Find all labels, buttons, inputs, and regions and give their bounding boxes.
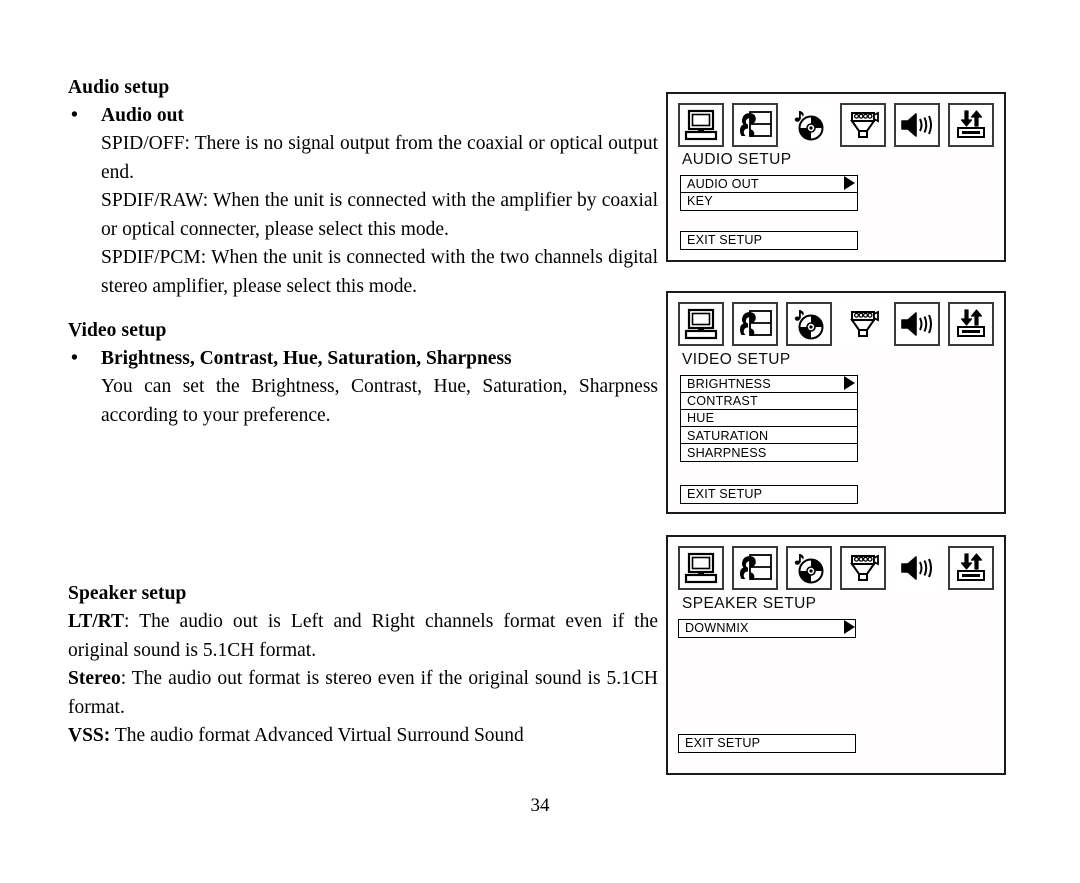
term-stereo-sep: : — [120, 668, 132, 689]
osd-menu-item[interactable]: BRIGHTNESS — [680, 375, 858, 394]
speaker-cabinet-icon[interactable] — [840, 302, 886, 346]
osd-exit-setup-button[interactable]: EXIT SETUP — [678, 734, 856, 753]
tv-monitor-icon[interactable] — [678, 546, 724, 590]
bullet-audio-out: • Audio out — [68, 102, 658, 130]
osd-menu-item[interactable]: SHARPNESS — [680, 443, 858, 462]
paragraph-ltrt: LT/RT: The audio out is Left and Right c… — [68, 608, 658, 665]
tray-up-down-arrows-icon[interactable] — [948, 546, 994, 590]
paragraph-spdif-pcm: SPDIF/PCM: When the unit is connected wi… — [101, 247, 658, 297]
selection-pointer-icon — [844, 620, 855, 634]
selection-pointer-icon — [844, 176, 855, 190]
speaker-cabinet-icon[interactable] — [840, 546, 886, 590]
section-heading-audio: Audio setup — [68, 77, 170, 98]
term-ltrt-text: The audio out is Left and Right channels… — [68, 611, 658, 661]
osd-menu-item-label: DOWNMIX — [685, 621, 749, 636]
osd-menu-item[interactable]: KEY — [680, 192, 858, 211]
tray-up-down-arrows-icon[interactable] — [948, 302, 994, 346]
osd-icon-bar — [678, 103, 1002, 147]
person-screen-preferences-icon[interactable] — [732, 103, 778, 147]
section-video-setup: Video setup • Brightness, Contrast, Hue,… — [68, 317, 658, 430]
term-stereo-text: The audio out format is stereo even if t… — [68, 668, 658, 718]
paragraph-spid-off: SPID/OFF: There is no signal output from… — [101, 133, 658, 183]
speaker-waves-icon[interactable] — [894, 302, 940, 346]
body-text-column: Audio setup • Audio out SPID/OFF: There … — [68, 74, 658, 751]
page-number: 34 — [530, 795, 550, 816]
term-ltrt-sep: : — [124, 611, 140, 632]
osd-heading-video: VIDEO SETUP — [682, 351, 791, 368]
term-ltrt: LT/RT — [68, 611, 125, 632]
osd-menu-item-label: CONTRAST — [687, 394, 758, 409]
section-speaker-setup: Speaker setup LT/RT: The audio out is Le… — [68, 580, 658, 751]
osd-menu-item-label: SATURATION — [687, 428, 769, 443]
term-stereo: Stereo — [68, 668, 121, 689]
speaker-cabinet-icon[interactable] — [840, 103, 886, 147]
paragraph-vss: VSS: The audio format Advanced Virtual S… — [68, 722, 658, 751]
term-vss-text: The audio format Advanced Virtual Surrou… — [114, 725, 524, 746]
osd-panel-speaker-setup: SPEAKER SETUP DOWNMIX EXIT SETUP — [666, 535, 1006, 775]
disc-music-note-icon[interactable] — [786, 302, 832, 346]
bullet-label-video-params: Brightness, Contrast, Hue, Saturation, S… — [101, 348, 512, 369]
osd-menu-item[interactable]: CONTRAST — [680, 392, 858, 411]
manual-page: Audio setup • Audio out SPID/OFF: There … — [0, 0, 1080, 883]
osd-icon-bar — [678, 302, 1002, 346]
osd-icon-bar — [678, 546, 1002, 590]
paragraph-stereo: Stereo: The audio out format is stereo e… — [68, 665, 658, 722]
section-audio-setup: Audio setup • Audio out SPID/OFF: There … — [68, 74, 658, 301]
osd-menu-item-label: HUE — [687, 411, 715, 426]
selection-pointer-icon — [844, 376, 855, 390]
paragraph-spdif-raw: SPDIF/RAW: When the unit is connected wi… — [101, 190, 658, 240]
person-screen-preferences-icon[interactable] — [732, 302, 778, 346]
osd-menu-item[interactable]: DOWNMIX — [678, 619, 856, 638]
osd-heading-speaker: SPEAKER SETUP — [682, 595, 817, 612]
disc-music-note-icon[interactable] — [786, 546, 832, 590]
person-screen-preferences-icon[interactable] — [732, 546, 778, 590]
osd-menu-item[interactable]: HUE — [680, 409, 858, 428]
tv-monitor-icon[interactable] — [678, 103, 724, 147]
osd-menu-item[interactable]: SATURATION — [680, 426, 858, 445]
tv-monitor-icon[interactable] — [678, 302, 724, 346]
bullet-label-audio-out: Audio out — [101, 105, 184, 126]
osd-menu-item-label: SHARPNESS — [687, 445, 767, 460]
tray-up-down-arrows-icon[interactable] — [948, 103, 994, 147]
speaker-waves-icon[interactable] — [894, 546, 940, 590]
osd-menu-item[interactable]: AUDIO OUT — [680, 175, 858, 194]
osd-panel-video-setup: VIDEO SETUP BRIGHTNESS CONTRAST HUE SATURAT… — [666, 291, 1006, 514]
osd-exit-setup-button[interactable]: EXIT SETUP — [680, 231, 858, 250]
osd-exit-setup-button[interactable]: EXIT SETUP — [680, 485, 858, 504]
osd-menu-list: BRIGHTNESS CONTRAST HUE SATURATION SHARPNESS — [680, 375, 858, 462]
term-vss: VSS: — [68, 725, 111, 746]
osd-menu-item-label: BRIGHTNESS — [687, 377, 771, 392]
disc-music-note-icon[interactable] — [786, 103, 832, 147]
section-heading-video: Video setup — [68, 320, 167, 341]
paragraph-video-preference: You can set the Brightness, Contrast, Hu… — [101, 376, 658, 426]
osd-menu-list: DOWNMIX — [678, 619, 856, 638]
speaker-waves-icon[interactable] — [894, 103, 940, 147]
osd-menu-list: AUDIO OUT KEY — [680, 175, 858, 211]
osd-heading-audio: AUDIO SETUP — [682, 151, 792, 168]
section-heading-speaker: Speaker setup — [68, 583, 187, 604]
bullet-dot-icon: • — [71, 105, 78, 126]
osd-menu-item-label: KEY — [687, 194, 713, 209]
bullet-dot-icon: • — [71, 348, 78, 369]
bullet-video-params: • Brightness, Contrast, Hue, Saturation,… — [68, 345, 658, 373]
osd-menu-item-label: AUDIO OUT — [687, 177, 759, 192]
osd-panel-audio-setup: AUDIO SETUP AUDIO OUT KEY EXIT SETUP — [666, 92, 1006, 262]
